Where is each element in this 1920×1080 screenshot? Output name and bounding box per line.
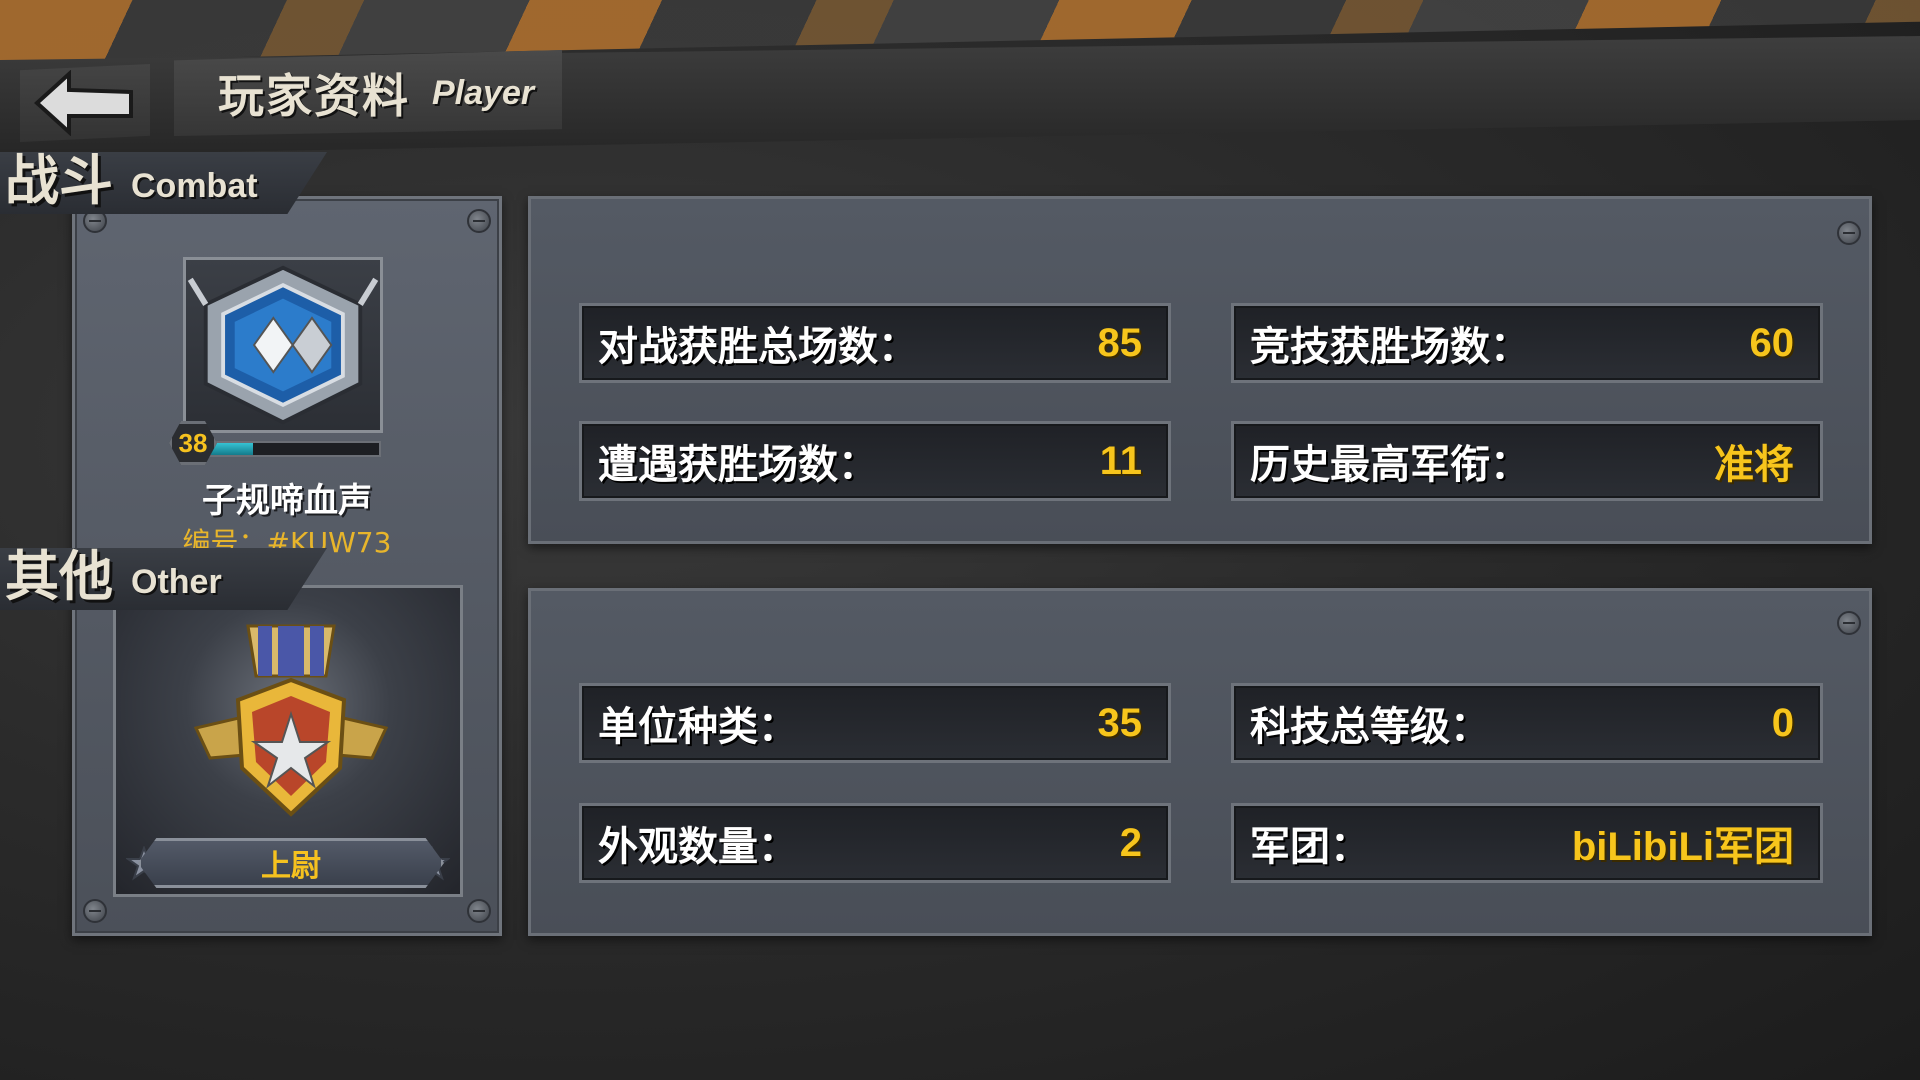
stat-label: 对战获胜总场数：	[598, 324, 918, 370]
page-title: 玩家资料	[218, 69, 410, 123]
stat-unit-types: 单位种类： 35	[579, 683, 1171, 763]
page-title-en: Player	[432, 73, 535, 112]
stat-label: 竞技获胜场数：	[1250, 324, 1530, 370]
other-section: 单位种类： 35 科技总等级： 0 外观数量： 2 军团： biLibiLi军团	[528, 588, 1872, 936]
stat-label: 军团：	[1250, 824, 1370, 870]
stat-value: 35	[1097, 700, 1143, 745]
stat-value: 85	[1097, 320, 1143, 365]
medal-card[interactable]: 上尉	[113, 585, 463, 897]
captain-medal-icon	[193, 624, 389, 817]
stat-value: 准将	[1714, 443, 1794, 487]
combat-section: 对战获胜总场数： 85 竞技获胜场数： 60 遭遇获胜场数： 11 历史最高军衔…	[528, 196, 1872, 544]
rivet-icon	[467, 209, 491, 233]
stat-skin-count: 外观数量： 2	[579, 803, 1171, 883]
player-name: 子规啼血声	[202, 481, 372, 521]
combat-section-header: 战斗 Combat	[0, 152, 327, 214]
stat-highest-rank: 历史最高军衔： 准将	[1231, 421, 1823, 501]
stat-value: 0	[1771, 700, 1794, 745]
rivet-icon	[1837, 221, 1861, 245]
xp-progress-bar	[209, 441, 381, 457]
rank-title: 上尉	[138, 838, 444, 888]
other-section-header: 其他 Other	[0, 548, 327, 610]
stat-label: 历史最高军衔：	[1250, 442, 1530, 488]
back-button[interactable]	[20, 64, 150, 142]
stat-label: 遭遇获胜场数：	[598, 442, 878, 488]
stat-tech-level: 科技总等级： 0	[1231, 683, 1823, 763]
stat-value: 60	[1749, 320, 1795, 365]
section-title-en: Other	[131, 563, 222, 601]
page-title-tab: 玩家资料 Player	[174, 50, 562, 136]
section-title: 其他	[5, 545, 113, 608]
section-title: 战斗	[5, 149, 113, 212]
stat-value: 11	[1099, 438, 1142, 483]
xp-progress-fill	[211, 443, 253, 455]
stat-ranked-wins: 竞技获胜场数： 60	[1231, 303, 1823, 383]
stat-legion[interactable]: 军团： biLibiLi军团	[1231, 803, 1823, 883]
rivet-icon	[467, 899, 491, 923]
stat-value: 2	[1119, 820, 1142, 865]
stat-encounter-wins: 遭遇获胜场数： 11	[579, 421, 1171, 501]
stat-label: 外观数量：	[598, 824, 798, 870]
back-arrow-icon	[34, 70, 133, 136]
section-title-en: Combat	[131, 167, 258, 205]
rivet-icon	[83, 899, 107, 923]
stat-label: 科技总等级：	[1250, 704, 1490, 750]
stat-total-wins: 对战获胜总场数： 85	[579, 303, 1171, 383]
legion-name[interactable]: biLibiLi军团	[1572, 814, 1794, 872]
stat-label: 单位种类：	[598, 704, 798, 750]
diamond-rank-emblem-icon[interactable]	[183, 257, 383, 433]
rivet-icon	[1837, 611, 1861, 635]
